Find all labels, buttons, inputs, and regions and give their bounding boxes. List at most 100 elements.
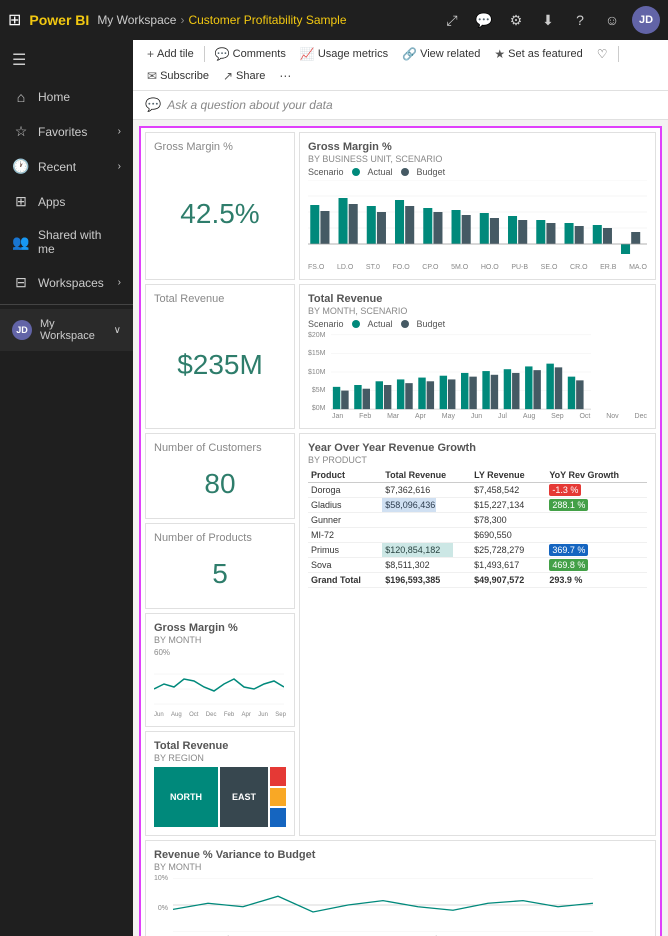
gm-month-x-labels: JunAugOctDecFebAprJunSep — [154, 712, 286, 718]
table-row-product: Doroga — [308, 483, 382, 498]
qa-icon: 💬 — [145, 97, 161, 113]
tr-chart-title: Total Revenue — [308, 293, 647, 305]
tr-legend-budget: Budget — [417, 319, 446, 329]
toolbar-sep-1 — [204, 46, 205, 62]
gross-margin-chart-card[interactable]: Gross Margin % BY BUSINESS UNIT, SCENARI… — [299, 132, 656, 280]
table-row-ly-rev: $1,493,617 — [471, 558, 546, 573]
set-featured-button[interactable]: ★ Set as featured — [488, 44, 588, 64]
sidebar-item-favorites[interactable]: ☆ Favorites › — [0, 114, 133, 149]
tr-legend-actual-dot — [352, 320, 360, 328]
smiley-icon[interactable]: ☺ — [600, 8, 624, 32]
sidebar-item-home[interactable]: ⌂ Home — [0, 80, 133, 114]
ask-bar[interactable]: 💬 Ask a question about your data — [133, 91, 668, 120]
legend-scenario-label: Scenario — [308, 167, 344, 177]
tr-y-labels: $20M$15M$10M$5M$0M — [308, 332, 328, 412]
sidebar-item-myworkspace[interactable]: JD My Workspace ∨ — [0, 309, 133, 351]
sidebar-divider — [0, 304, 133, 305]
breadcrumb: My Workspace › Customer Profitability Sa… — [97, 13, 346, 27]
comment-icon[interactable]: 💬 — [472, 8, 496, 32]
region-east: EAST — [220, 767, 268, 827]
rev-region-title: Total Revenue — [154, 740, 286, 752]
table-row-product: MI-72 — [308, 528, 382, 543]
col-ly-rev: LY Revenue — [471, 468, 546, 483]
kpi-products[interactable]: Number of Products 5 — [145, 523, 295, 609]
region-map: NORTH EAST — [154, 767, 286, 827]
powerbi-logo: Power BI — [29, 12, 89, 28]
favorite-button[interactable]: ♡ — [591, 44, 614, 64]
comments-label: Comments — [233, 48, 286, 60]
add-tile-button[interactable]: + Add tile — [141, 44, 200, 64]
view-related-button[interactable]: 🔗 View related — [396, 44, 486, 64]
kpi-gross-margin[interactable]: Gross Margin % 42.5% — [145, 132, 295, 280]
col-total-rev: Total Revenue — [382, 468, 471, 483]
table-row-total-rev — [382, 513, 471, 528]
add-tile-label: Add tile — [157, 48, 194, 60]
gm-bar-chart-svg — [308, 180, 647, 260]
sidebar-recent-label: Recent — [38, 160, 110, 174]
kpi-revenue-value: $235M — [154, 309, 286, 420]
recent-arrow: › — [118, 161, 121, 172]
sidebar-item-shared[interactable]: 👥 Shared with me — [0, 219, 133, 265]
help-icon[interactable]: ? — [568, 8, 592, 32]
ask-bar-placeholder: Ask a question about your data — [167, 98, 332, 112]
sidebar-item-workspaces[interactable]: ⊟ Workspaces › — [0, 265, 133, 300]
tr-chart-legend: Scenario Actual Budget — [308, 319, 647, 329]
download-icon[interactable]: ⬇ — [536, 8, 560, 32]
table-row-ly-rev: $690,550 — [471, 528, 546, 543]
tr-bar-chart-svg — [331, 332, 591, 412]
table-row-yoy: 288.1 % — [546, 498, 647, 513]
subscribe-button[interactable]: ✉ Subscribe — [141, 66, 215, 86]
recent-icon: 🕐 — [12, 158, 30, 175]
sidebar-myworkspace-label: My Workspace — [40, 318, 106, 342]
sidebar-item-recent[interactable]: 🕐 Recent › — [0, 149, 133, 184]
expand-icon[interactable]: ⤢ — [440, 8, 464, 32]
rev-variance-card[interactable]: Revenue % Variance to Budget BY MONTH 10… — [145, 840, 656, 936]
yoy-card[interactable]: Year Over Year Revenue Growth BY PRODUCT… — [299, 433, 656, 836]
revenue-region-card[interactable]: Total Revenue BY REGION NORTH EAST — [145, 731, 295, 836]
workspace-link[interactable]: My Workspace — [97, 13, 176, 27]
gm-month-svg — [154, 659, 284, 709]
gm-chart-title: Gross Margin % — [308, 141, 647, 153]
table-row-ly-rev: $25,728,279 — [471, 543, 546, 558]
more-button[interactable]: ⋯ — [273, 66, 297, 86]
grid-icon[interactable]: ⊞ — [8, 10, 21, 30]
favorite-icon: ♡ — [597, 47, 608, 61]
kpi-customers-value: 80 — [154, 458, 286, 510]
left-col: Number of Customers 80 Number of Product… — [145, 433, 295, 836]
hamburger-icon[interactable]: ☰ — [0, 40, 133, 80]
table-row-product: Grand Total — [308, 573, 382, 588]
table-row-yoy — [546, 528, 647, 543]
table-row-ly-rev: $7,458,542 — [471, 483, 546, 498]
kpi-total-revenue[interactable]: Total Revenue $235M — [145, 284, 295, 429]
usage-metrics-button[interactable]: 📈 Usage metrics — [294, 44, 394, 64]
rev-region-subtitle: BY REGION — [154, 753, 286, 763]
top-bar-icons: ⤢ 💬 ⚙ ⬇ ? ☺ JD — [440, 6, 660, 34]
sidebar-item-apps[interactable]: ⊞ Apps — [0, 184, 133, 219]
table-row-total-rev: $58,096,436 — [382, 498, 471, 513]
dashboard: Gross Margin % 42.5% Gross Margin % BY B… — [133, 120, 668, 936]
gm-chart-subtitle: BY BUSINESS UNIT, SCENARIO — [308, 154, 647, 164]
favorites-arrow: › — [118, 126, 121, 137]
kpi-customers[interactable]: Number of Customers 80 — [145, 433, 295, 519]
dashboard-canvas: Gross Margin % 42.5% Gross Margin % BY B… — [139, 126, 662, 936]
settings-icon[interactable]: ⚙ — [504, 8, 528, 32]
total-revenue-chart-card[interactable]: Total Revenue BY MONTH, SCENARIO Scenari… — [299, 284, 656, 429]
avatar[interactable]: JD — [632, 6, 660, 34]
table-row-product: Gunner — [308, 513, 382, 528]
usage-metrics-label: Usage metrics — [318, 48, 388, 60]
table-row-product: Gladius — [308, 498, 382, 513]
gm-month-chart[interactable]: Gross Margin % BY MONTH 60% JunAugOctDec… — [145, 613, 295, 727]
more-icon: ⋯ — [279, 69, 291, 83]
comments-button[interactable]: 💬 Comments — [209, 44, 292, 64]
workspaces-arrow: › — [118, 277, 121, 288]
table-row-total-rev: $120,854,182 — [382, 543, 471, 558]
workspaces-icon: ⊟ — [12, 274, 30, 291]
tr-legend-actual: Actual — [368, 319, 393, 329]
kpi-customers-title: Number of Customers — [154, 442, 286, 454]
myworkspace-arrow: ∨ — [114, 325, 121, 336]
gm-month-title: Gross Margin % — [154, 622, 286, 634]
rev-var-title: Revenue % Variance to Budget — [154, 849, 647, 861]
share-button[interactable]: ↗ Share — [217, 66, 271, 86]
legend-actual-dot — [352, 168, 360, 176]
sidebar: ☰ ⌂ Home ☆ Favorites › 🕐 Recent › ⊞ Apps… — [0, 40, 133, 936]
